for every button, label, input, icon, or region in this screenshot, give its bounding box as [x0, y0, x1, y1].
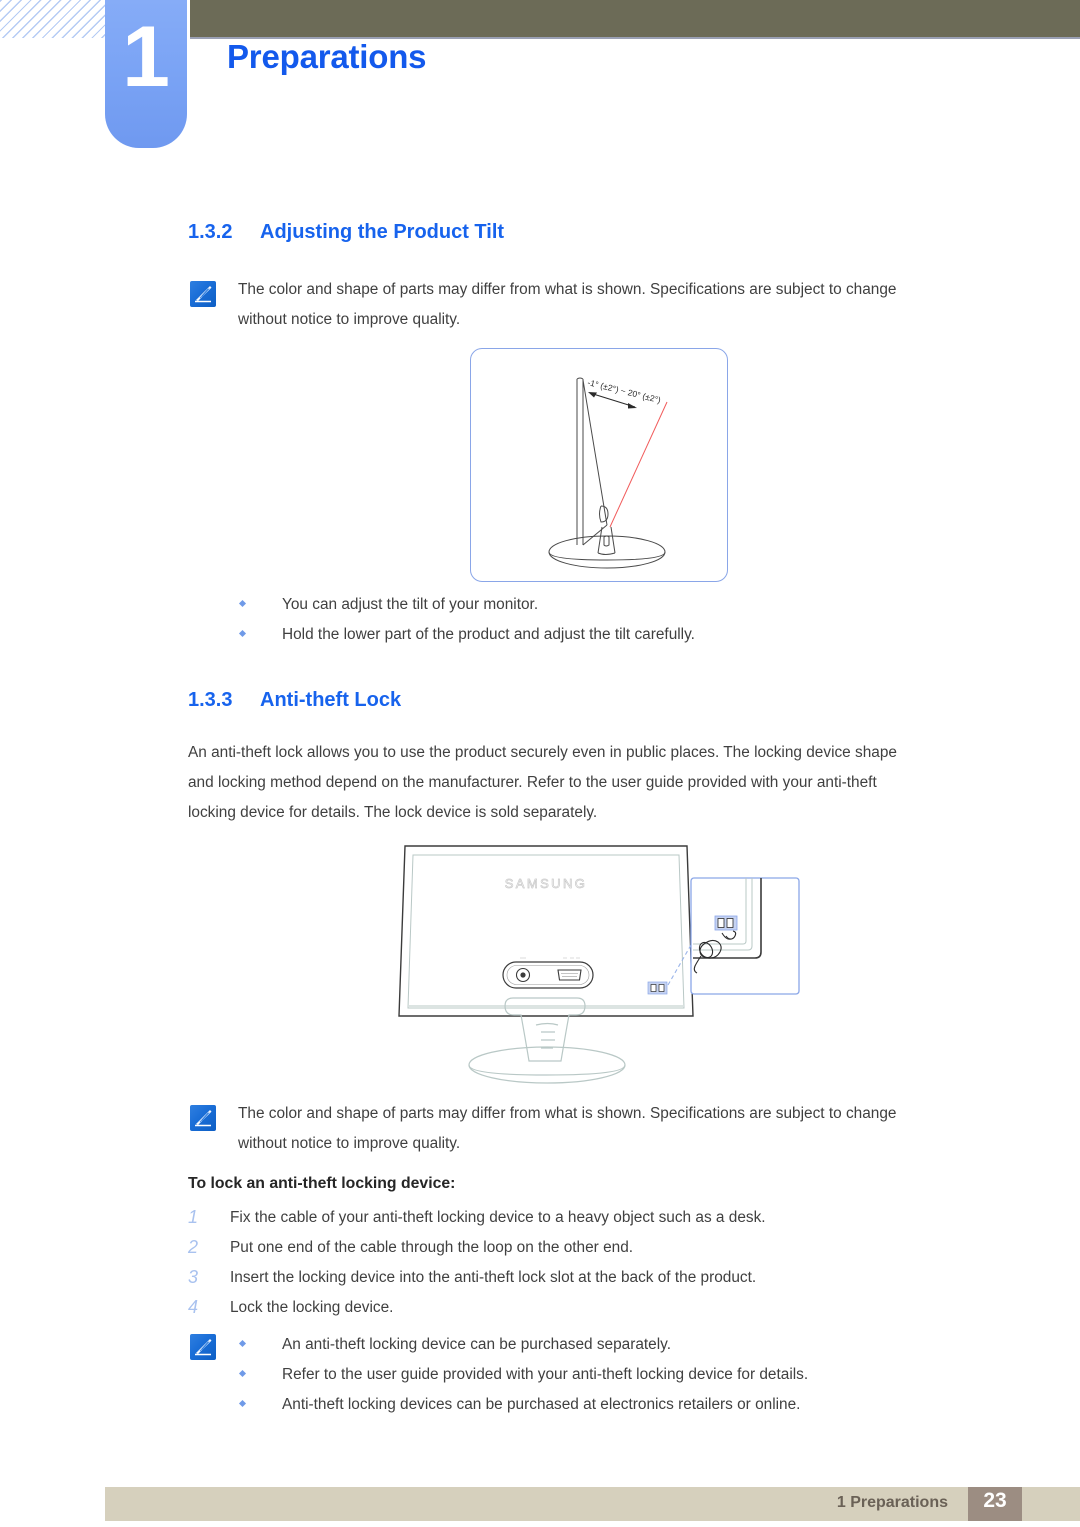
steps-heading: To lock an anti-theft locking device: — [188, 1175, 456, 1192]
tilt-angle-label: -1° (±2°) ~ 20° (±2°) — [587, 377, 662, 405]
paragraph-line-3: locking device for details. The lock dev… — [188, 804, 598, 821]
bullet-label: Hold the lower part of the product and a… — [282, 626, 695, 643]
footer-label: 1 Preparations — [836, 1494, 948, 1511]
bullet-label: An anti-theft locking device can be purc… — [282, 1336, 671, 1353]
note-icon — [190, 1105, 216, 1131]
anti-theft-lock-illustration: SAMSUNG — [398, 845, 800, 1084]
step-label: Fix the cable of your anti-theft locking… — [230, 1209, 766, 1226]
bullet-icon — [238, 1339, 247, 1348]
bullet-icon — [238, 1399, 247, 1408]
section-number-133: 1.3.3 — [188, 689, 233, 711]
step-number: 1 — [188, 1207, 199, 1227]
samsung-logo-text: SAMSUNG — [505, 876, 588, 891]
page-header: 1 Preparations — [0, 0, 1080, 152]
section-title-132: Adjusting the Product Tilt — [260, 221, 505, 243]
chapter-number: 1 — [122, 9, 170, 105]
monitor-tilt-figure: -1° (±2°) ~ 20° (±2°) — [470, 348, 728, 582]
step-label: Insert the locking device into the anti-… — [230, 1269, 757, 1286]
note-icon — [190, 1334, 216, 1360]
bullet-icon — [238, 629, 247, 638]
lock-slot-marker — [647, 981, 668, 995]
page-number: 23 — [983, 1489, 1007, 1512]
tilt-range-ray — [609, 401, 668, 528]
note-icon — [190, 281, 216, 307]
section-heading-133: 1.3.3 Anti-theft Lock — [188, 689, 401, 712]
step-label: Put one end of the cable through the loo… — [230, 1239, 634, 1256]
callout-detail-box — [690, 877, 800, 995]
lock-slot-enlarged — [714, 915, 738, 931]
step-label: Lock the locking device. — [230, 1299, 394, 1316]
chapter-tab: 1 — [105, 0, 187, 148]
note-text-lock-line1: The color and shape of parts may differ … — [238, 1105, 897, 1122]
note-text-tilt: The color and shape of parts may differ … — [238, 275, 978, 335]
step-number: 4 — [188, 1297, 199, 1317]
anti-theft-lock-figure: SAMSUNG — [395, 840, 805, 1090]
bullet-icon — [238, 1369, 247, 1378]
bullet-icon — [238, 599, 247, 608]
bullet-label: You can adjust the tilt of your monitor. — [282, 596, 539, 613]
step-number: 3 — [188, 1267, 199, 1287]
header-olive-bar — [190, 0, 1080, 37]
section-number-132: 1.3.2 — [188, 221, 233, 243]
monitor-tilt-illustration: -1° (±2°) ~ 20° (±2°) — [548, 377, 668, 569]
section-title-133: Anti-theft Lock — [260, 689, 402, 711]
note-text-tilt-line2: without notice to improve quality. — [238, 311, 461, 328]
note-text-lock: The color and shape of parts may differ … — [238, 1099, 978, 1159]
step-number: 2 — [188, 1237, 199, 1257]
note-text-lock-line2: without notice to improve quality. — [238, 1135, 461, 1152]
bullet-label: Anti-theft locking devices can be purcha… — [282, 1396, 801, 1413]
paragraph-line-2: and locking method depend on the manufac… — [188, 774, 877, 791]
chapter-title: Preparations — [227, 38, 427, 75]
bullet-label: Refer to the user guide provided with yo… — [282, 1366, 809, 1383]
section-heading-132: 1.3.2 Adjusting the Product Tilt — [188, 221, 504, 244]
section-paragraph-133: An anti-theft lock allows you to use the… — [188, 738, 1008, 828]
note-text-tilt-line1: The color and shape of parts may differ … — [238, 281, 897, 298]
paragraph-line-1: An anti-theft lock allows you to use the… — [188, 744, 897, 761]
